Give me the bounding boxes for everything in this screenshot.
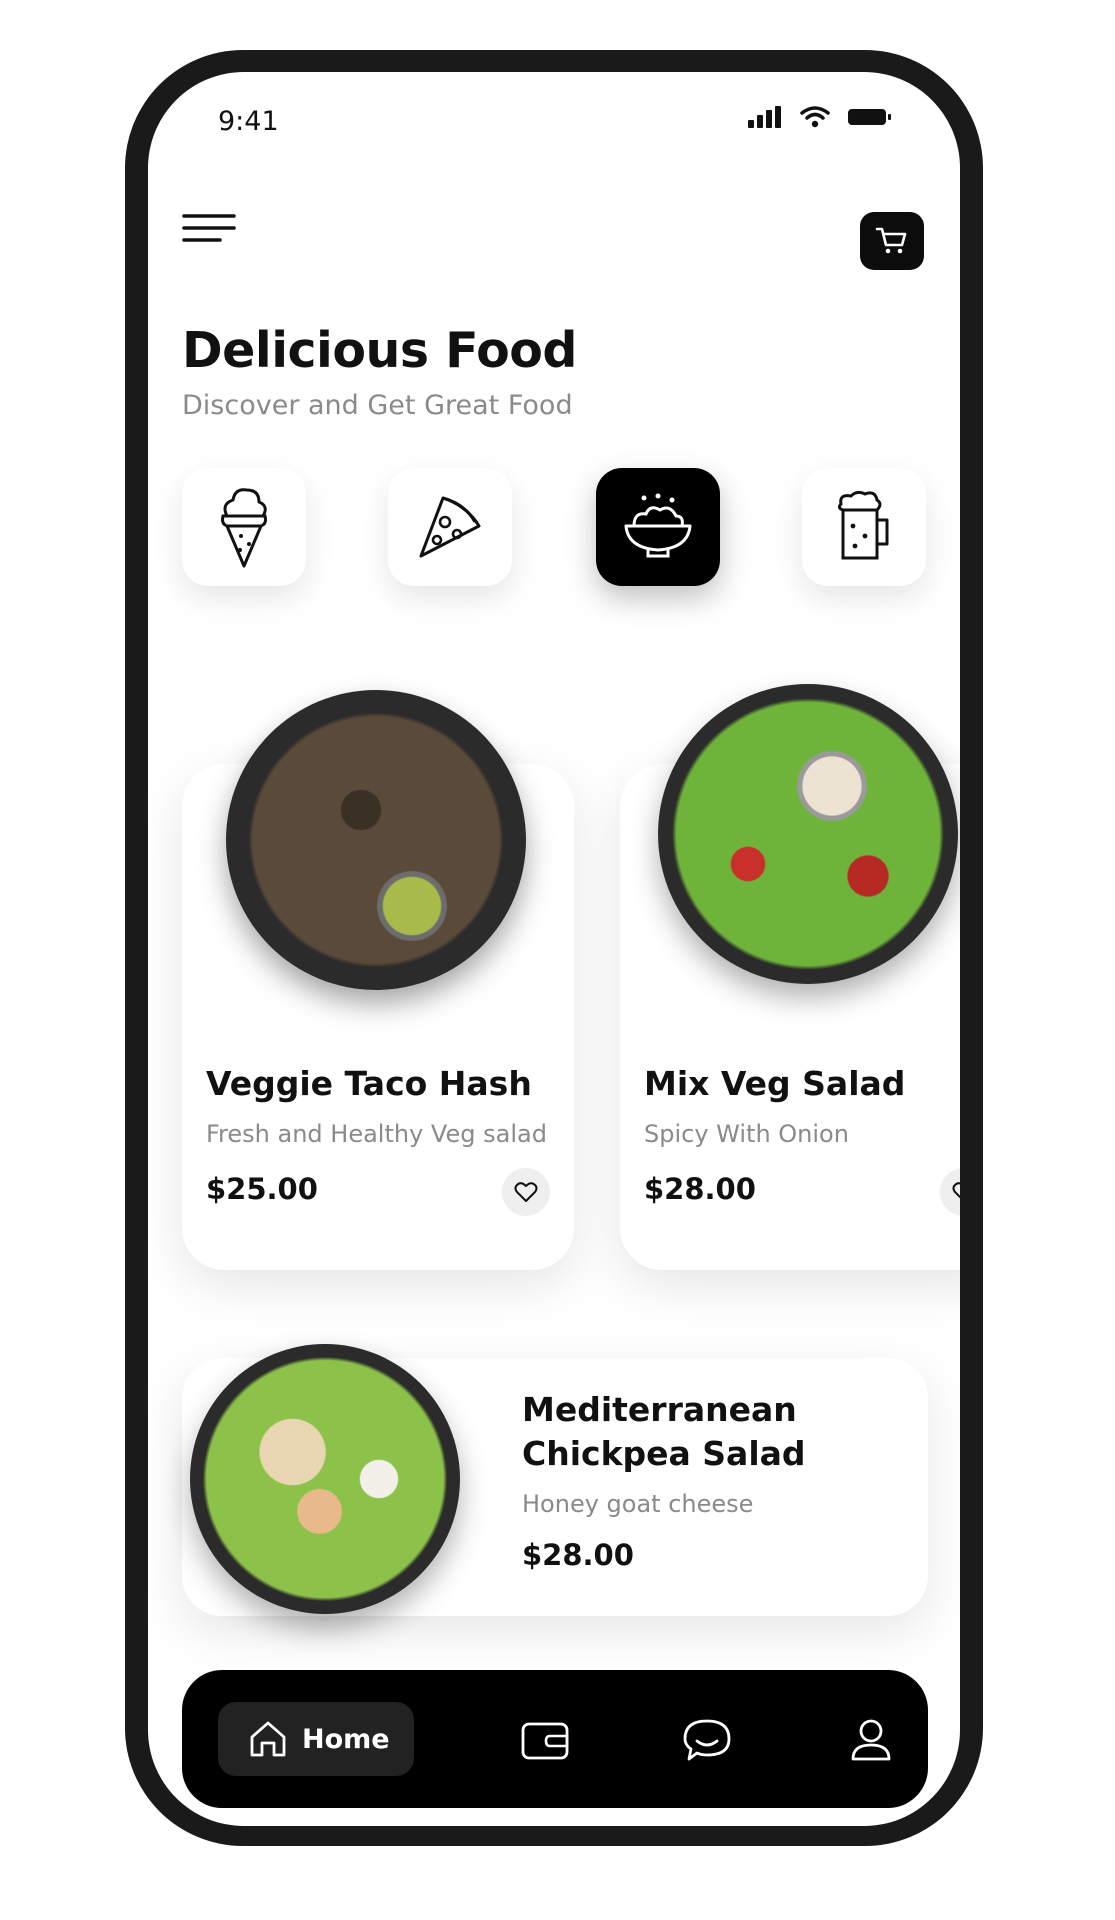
food-card-mix-veg-salad[interactable]: Mix Veg Salad Spicy With Onion $28.00 (620, 684, 960, 1270)
category-pizza[interactable] (388, 468, 512, 586)
nav-home[interactable]: Home (218, 1702, 414, 1776)
profile-icon (851, 1719, 891, 1761)
pizza-slice-icon (419, 496, 481, 558)
nav-home-label: Home (302, 1723, 390, 1755)
beer-mug-icon (837, 490, 889, 560)
salad-bowl-icon (624, 493, 692, 558)
food-name-line-2: Chickpea Salad (522, 1434, 806, 1473)
status-time: 9:41 (218, 106, 279, 137)
category-ice-cream[interactable] (182, 468, 306, 586)
ice-cream-icon (221, 488, 267, 568)
home-icon (250, 1721, 286, 1757)
category-beer[interactable] (802, 468, 926, 586)
battery-icon (848, 109, 891, 125)
status-icons (748, 106, 892, 128)
food-image (658, 684, 958, 984)
food-description: Spicy With Onion (644, 1120, 849, 1148)
chat-icon (683, 1719, 731, 1761)
food-price: $25.00 (206, 1172, 318, 1206)
page-title: Delicious Food (182, 322, 578, 379)
food-name: Veggie Taco Hash (206, 1064, 532, 1103)
food-name: Mix Veg Salad (644, 1064, 906, 1103)
food-card-veggie-taco-hash[interactable]: Veggie Taco Hash Fresh and Healthy Veg s… (182, 690, 574, 1270)
food-description: Honey goat cheese (522, 1490, 754, 1518)
category-salad[interactable] (596, 468, 720, 586)
food-price: $28.00 (644, 1172, 756, 1206)
wifi-icon (800, 106, 830, 128)
wallet-icon (521, 1722, 569, 1760)
heart-icon (514, 1182, 538, 1202)
nav-profile[interactable] (844, 1714, 898, 1766)
favorite-button[interactable] (502, 1168, 550, 1216)
food-image (226, 690, 526, 990)
nav-wallet[interactable] (518, 1714, 572, 1766)
heart-icon (952, 1182, 960, 1199)
cart-icon (875, 227, 907, 254)
food-image (190, 1344, 460, 1614)
menu-button[interactable] (182, 212, 236, 248)
food-description: Fresh and Healthy Veg salad (206, 1120, 547, 1148)
cart-button[interactable] (860, 212, 924, 270)
food-name-line-1: Mediterranean (522, 1390, 797, 1429)
food-price: $28.00 (522, 1538, 634, 1572)
app-screen: 9:41 Delicious Food Discover and Get Gre… (148, 72, 960, 1826)
bottom-nav: Home (182, 1670, 928, 1808)
hamburger-icon (182, 214, 236, 242)
favorite-button[interactable] (940, 1168, 960, 1216)
nav-chat[interactable] (680, 1714, 734, 1766)
page-subtitle: Discover and Get Great Food (182, 390, 573, 421)
signal-icon (748, 106, 781, 128)
food-name: Mediterranean Chickpea Salad (522, 1388, 806, 1476)
